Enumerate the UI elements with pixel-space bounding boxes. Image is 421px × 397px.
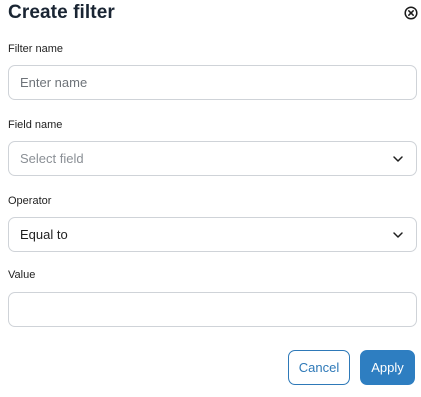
cancel-button[interactable]: Cancel xyxy=(288,350,350,385)
dialog-title: Create filter xyxy=(8,2,115,23)
field-name-placeholder: Select field xyxy=(20,151,84,166)
operator-selected-value: Equal to xyxy=(20,227,68,242)
create-filter-dialog: Create filter Filter name Field name Sel… xyxy=(0,0,421,397)
apply-button[interactable]: Apply xyxy=(360,350,415,385)
operator-label: Operator xyxy=(8,195,52,207)
filter-name-label: Filter name xyxy=(8,43,64,55)
filter-name-input[interactable] xyxy=(20,75,405,90)
field-name-select[interactable]: Select field xyxy=(8,141,417,176)
chevron-down-icon xyxy=(392,153,404,165)
value-field[interactable] xyxy=(8,292,417,327)
field-name-label: Field name xyxy=(8,119,63,131)
value-input[interactable] xyxy=(20,302,405,317)
value-label: Value xyxy=(8,269,36,281)
filter-name-field[interactable] xyxy=(8,65,417,100)
close-icon[interactable] xyxy=(404,6,418,20)
chevron-down-icon xyxy=(392,229,404,241)
operator-select[interactable]: Equal to xyxy=(8,217,417,252)
